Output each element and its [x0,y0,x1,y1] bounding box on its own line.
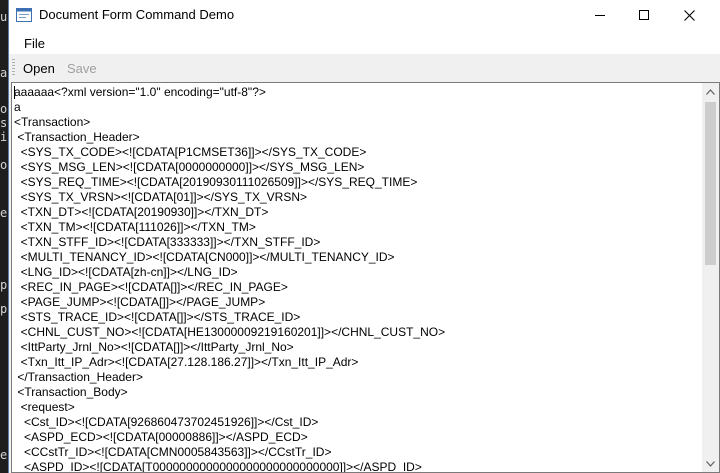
document-line: </Transaction_Header> [14,370,143,384]
minimize-icon [595,15,605,16]
document-textbox[interactable]: aaaaaa<?xml version="1.0" encoding="utf-… [11,82,720,473]
menu-file[interactable]: File [24,36,45,51]
document-line: <SYS_TX_CODE><![CDATA[P1CMSET36]]></SYS_… [14,145,367,159]
document-line: <TXN_STFF_ID><![CDATA[333333]]></TXN_STF… [14,235,321,249]
document-line: <MULTI_TENANCY_ID><![CDATA[CN000]]></MUL… [14,250,395,264]
document-line: <Txn_Itt_IP_Adr><![CDATA[27.128.186.27]]… [14,355,359,369]
scrollbar-thumb[interactable] [705,102,716,265]
close-icon [683,9,695,21]
maximize-icon [639,10,649,20]
document-line: <CCstTr_ID><![CDATA[CMN0005843563]]></CC… [14,445,332,459]
document-line: <SYS_TX_VRSN><![CDATA[01]]></SYS_TX_VRSN… [14,190,308,204]
document-line: <IttParty_Jrnl_No><![CDATA[]]></IttParty… [14,340,294,354]
document-line: <Transaction_Header> [14,130,140,144]
toolbar-grip[interactable] [12,59,15,77]
document-line: <ASPD_ECD><![CDATA[00000886]]></ASPD_ECD… [14,430,308,444]
minimize-button[interactable] [577,0,623,30]
document-line: <CHNL_CUST_NO><![CDATA[HE130000092191602… [14,325,446,339]
app-window-icon [16,8,32,22]
close-button[interactable] [666,0,712,30]
window-title: Document Form Command Demo [39,7,235,22]
document-text: aaaaaa<?xml version="1.0" encoding="utf-… [14,85,699,473]
document-line: <TXN_DT><![CDATA[20190930]]></TXN_DT> [14,205,269,219]
menu-bar: File [9,30,720,54]
document-line: <PAGE_JUMP><![CDATA[]]></PAGE_JUMP> [14,295,266,309]
document-line: <ASPD_ID><![CDATA[T000000000000000000000… [14,460,422,473]
scroll-up-button[interactable] [702,83,719,100]
app-window: Document Form Command Demo File Open Sav… [8,0,720,473]
document-line: <TXN_TM><![CDATA[111026]]></TXN_TM> [14,220,256,234]
vertical-scrollbar[interactable] [702,83,719,472]
chevron-up-icon [706,88,715,95]
document-line: <REC_IN_PAGE><![CDATA[]]></REC_IN_PAGE> [14,280,288,294]
document-line: <Cst_ID><![CDATA[926860473702451926]]></… [14,415,319,429]
document-line: <LNG_ID><![CDATA[zh-cn]]></LNG_ID> [14,265,238,279]
document-line: <STS_TRACE_ID><![CDATA[]]></STS_TRACE_ID… [14,310,301,324]
save-button-disabled[interactable]: Save [67,61,97,76]
toolbar: Open Save [9,54,720,82]
document-line: <SYS_MSG_LEN><![CDATA[0000000000]]></SYS… [14,160,365,174]
document-line: <request> [14,400,75,414]
scroll-down-button[interactable] [702,455,719,472]
open-button[interactable]: Open [23,61,55,76]
chevron-down-icon [706,460,715,467]
maximize-button[interactable] [621,0,667,30]
document-line: a [14,100,21,114]
document-line: <Transaction_Body> [14,385,128,399]
text-caret [14,86,15,99]
document-line: <SYS_REQ_TIME><![CDATA[20190930111026509… [14,175,418,189]
document-line: <Transaction> [14,115,91,129]
title-bar[interactable]: Document Form Command Demo [9,0,720,30]
document-line: aaaaaa<?xml version="1.0" encoding="utf-… [14,85,266,99]
